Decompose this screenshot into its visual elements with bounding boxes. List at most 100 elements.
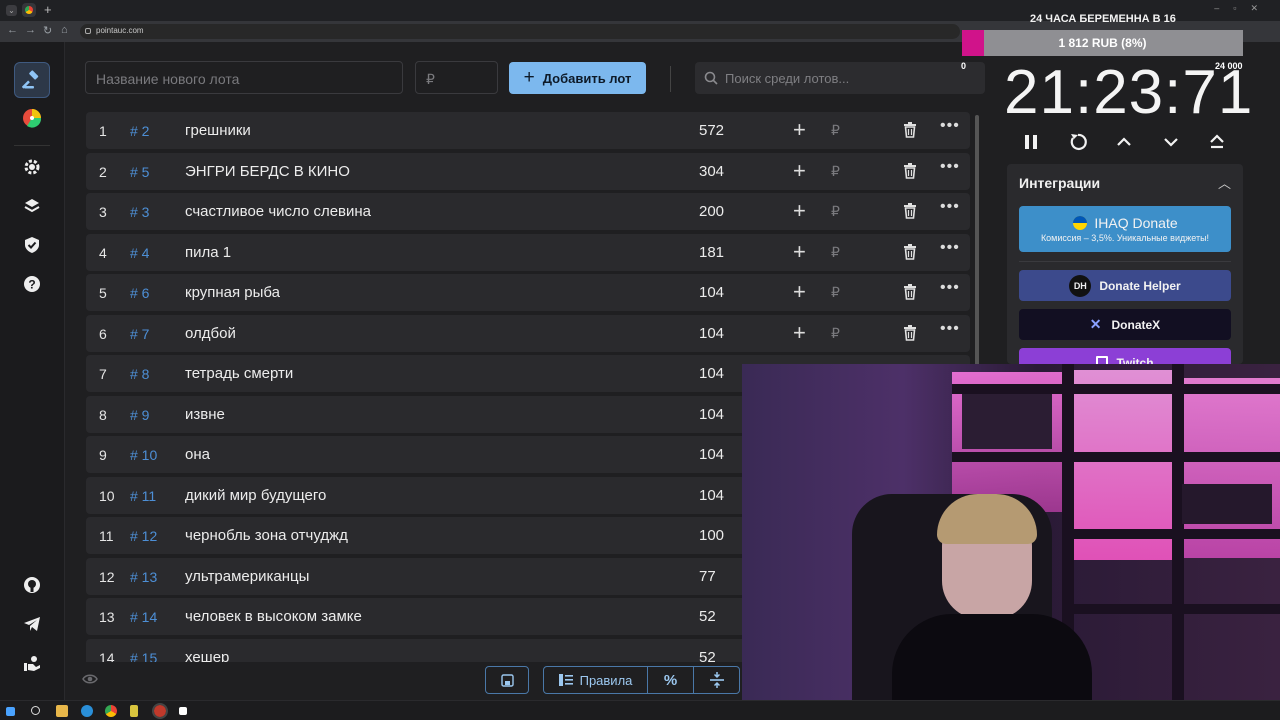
add-amount-icon[interactable]: +	[793, 279, 806, 305]
new-lot-name-input[interactable]: Название нового лота	[85, 61, 403, 94]
trash-icon[interactable]	[903, 122, 917, 138]
lot-tag[interactable]: # 8	[130, 366, 149, 382]
rub-input[interactable]: ₽	[831, 284, 840, 301]
lot-name[interactable]: хешер	[185, 649, 229, 663]
trash-icon[interactable]	[903, 203, 917, 219]
edge-icon[interactable]	[81, 705, 93, 717]
more-icon[interactable]: •••	[940, 320, 960, 338]
save-button[interactable]	[485, 666, 529, 694]
lot-row[interactable]: 4 # 4 пила 1 181 + ₽ •••	[86, 233, 970, 271]
lot-name[interactable]: счастливое число слевина	[185, 203, 371, 220]
lot-row[interactable]: 5 # 6 крупная рыба 104 + ₽ •••	[86, 274, 970, 311]
more-icon[interactable]: •••	[940, 279, 960, 297]
lot-name[interactable]: тетрадь смерти	[185, 365, 293, 382]
lot-name[interactable]: пила 1	[185, 244, 231, 261]
help-icon[interactable]: ?	[14, 266, 50, 302]
more-icon[interactable]: •••	[940, 158, 960, 176]
lot-name[interactable]: чернобль зона отчуджд	[185, 527, 348, 544]
rub-input[interactable]: ₽	[831, 203, 840, 220]
lot-name[interactable]: человек в высоком замке	[185, 608, 362, 625]
lot-tag[interactable]: # 12	[130, 528, 157, 544]
add-amount-icon[interactable]: +	[793, 198, 806, 224]
eye-icon[interactable]	[82, 673, 98, 685]
trash-icon[interactable]	[903, 162, 917, 179]
lot-name[interactable]: извне	[185, 406, 225, 423]
trash-icon[interactable]	[903, 243, 917, 260]
chrome-icon[interactable]	[105, 705, 117, 717]
more-icon[interactable]: •••	[940, 239, 960, 257]
search-input[interactable]: Поиск среди лотов...	[695, 62, 985, 94]
url-field[interactable]: pointauc.com	[80, 24, 960, 39]
settings-icon[interactable]	[14, 149, 50, 185]
new-lot-price-input[interactable]: ₽	[415, 61, 498, 94]
rules-button[interactable]: Правила	[543, 666, 648, 694]
more-icon[interactable]: •••	[940, 117, 960, 135]
lot-name[interactable]: ЭНГРИ БЕРДС В КИНО	[185, 163, 350, 180]
layers-icon[interactable]	[14, 188, 50, 224]
ihaq-donate-button[interactable]: IHAQ Donate Комиссия – 3,5%. Уникальные …	[1019, 206, 1231, 252]
lot-tag[interactable]: # 15	[130, 650, 157, 663]
donate-helper-button[interactable]: DH Donate Helper	[1019, 270, 1231, 301]
more-icon[interactable]: •••	[940, 198, 960, 216]
add-amount-icon[interactable]: +	[793, 239, 806, 265]
lot-tag[interactable]: # 9	[130, 407, 149, 423]
app-icon[interactable]	[179, 707, 187, 715]
lot-tag[interactable]: # 5	[130, 164, 149, 180]
back-icon[interactable]: ←	[7, 24, 18, 36]
lot-name[interactable]: ультрамериканцы	[185, 568, 309, 585]
github-icon[interactable]	[14, 567, 50, 603]
browser-tab[interactable]	[22, 3, 36, 17]
lot-row[interactable]: 6 # 7 олдбой 104 + ₽ •••	[86, 314, 970, 352]
lot-tag[interactable]: # 14	[130, 609, 157, 625]
app-icon[interactable]	[130, 705, 138, 717]
lot-tag[interactable]: # 13	[130, 569, 157, 585]
compress-button[interactable]	[693, 666, 740, 694]
lot-tag[interactable]: # 6	[130, 285, 149, 301]
lot-tag[interactable]: # 2	[130, 123, 149, 139]
chevron-up-icon[interactable]: ︿	[1218, 173, 1231, 192]
rub-input[interactable]: ₽	[831, 244, 840, 261]
double-chevron-up-icon[interactable]	[1205, 130, 1229, 154]
obs-icon[interactable]	[152, 703, 168, 719]
lot-tag[interactable]: # 3	[130, 204, 149, 220]
tab-list-icon[interactable]: ⌄	[6, 5, 17, 16]
lot-tag[interactable]: # 4	[130, 245, 149, 261]
forward-icon[interactable]: →	[25, 24, 36, 36]
donate-hand-icon[interactable]	[14, 645, 50, 681]
lot-name[interactable]: дикий мир будущего	[185, 487, 326, 504]
lot-name[interactable]: олдбой	[185, 325, 236, 342]
lot-name[interactable]: она	[185, 446, 210, 463]
lot-row[interactable]: 1 # 2 грешники 572 + ₽ •••	[86, 112, 970, 149]
reset-icon[interactable]	[1066, 130, 1090, 154]
auction-icon[interactable]	[14, 62, 50, 98]
add-lot-button[interactable]: + Добавить лот	[509, 62, 646, 94]
rub-input[interactable]: ₽	[831, 163, 840, 180]
new-tab-icon[interactable]: +	[44, 2, 52, 17]
lot-row[interactable]: 3 # 3 счастливое число слевина 200 + ₽ •••	[86, 193, 970, 230]
chevron-up-icon[interactable]	[1112, 130, 1136, 154]
home-icon[interactable]: ⌂	[61, 24, 68, 36]
reload-icon[interactable]: ↻	[43, 24, 52, 37]
chevron-down-icon[interactable]	[1159, 130, 1183, 154]
percent-button[interactable]: %	[647, 666, 694, 694]
site-info-icon[interactable]	[85, 28, 91, 34]
search-icon[interactable]	[31, 706, 40, 715]
trash-icon[interactable]	[903, 324, 917, 341]
pause-icon[interactable]	[1019, 130, 1043, 154]
add-amount-icon[interactable]: +	[793, 320, 806, 346]
explorer-icon[interactable]	[56, 705, 68, 717]
shield-icon[interactable]	[14, 227, 50, 263]
add-amount-icon[interactable]: +	[793, 117, 806, 143]
rub-input[interactable]: ₽	[831, 122, 840, 139]
lot-row[interactable]: 2 # 5 ЭНГРИ БЕРДС В КИНО 304 + ₽ •••	[86, 152, 970, 190]
telegram-icon[interactable]	[14, 606, 50, 642]
wheel-icon[interactable]	[14, 100, 50, 136]
donatex-button[interactable]: ✕ DonateX	[1019, 309, 1231, 340]
lot-tag[interactable]: # 7	[130, 326, 149, 342]
lot-name[interactable]: крупная рыба	[185, 284, 280, 301]
rub-input[interactable]: ₽	[831, 325, 840, 342]
window-controls[interactable]: –▫✕	[1214, 3, 1272, 14]
add-amount-icon[interactable]: +	[793, 158, 806, 184]
lot-tag[interactable]: # 10	[130, 447, 157, 463]
trash-icon[interactable]	[903, 284, 917, 300]
